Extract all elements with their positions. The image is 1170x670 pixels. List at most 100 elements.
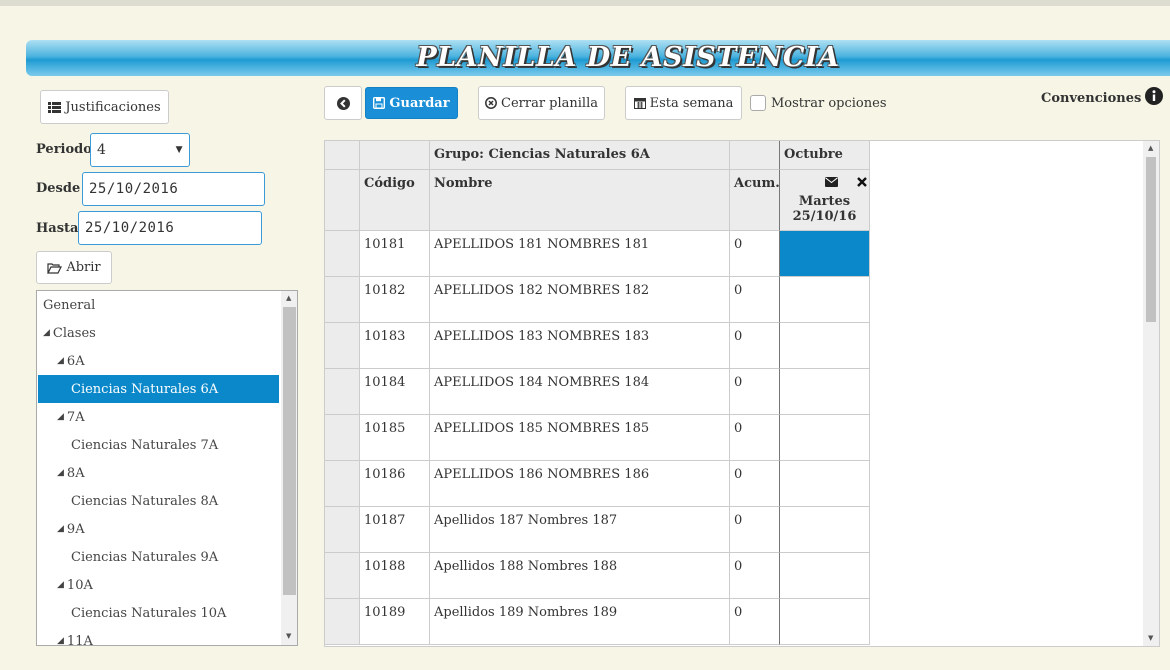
mostrar-opciones-checkbox[interactable] — [750, 95, 766, 111]
corner-cell — [325, 141, 360, 170]
tree-item[interactable]: ◢ 11A — [38, 627, 279, 646]
tree-item[interactable]: Ciencias Naturales 8A — [38, 487, 279, 515]
class-tree[interactable]: General ◢ Clases ◢ 6A Ciencias Naturales 6A ◢ 7… — [36, 290, 298, 646]
guardar-button[interactable]: Guardar — [365, 87, 458, 119]
nombre-cell: APELLIDOS 182 NOMBRES 182 — [430, 277, 730, 323]
month-label: Octubre — [784, 147, 843, 162]
close-icon[interactable] — [857, 177, 867, 187]
attendance-cell[interactable] — [780, 369, 870, 415]
grid-scroll-thumb[interactable] — [1146, 157, 1156, 322]
codigo-cell: 10183 — [360, 323, 430, 369]
expand-triangle-icon[interactable]: ◢ — [57, 356, 64, 366]
codigo-header[interactable]: Código — [360, 170, 430, 231]
hasta-field[interactable]: 25/10/2016 — [78, 211, 262, 245]
acum-header-label: Acum. — [734, 176, 780, 191]
convenciones-label: Convenciones — [1041, 91, 1142, 106]
tree-item[interactable]: ◢ 8A — [38, 459, 279, 487]
acum-cell: 0 — [730, 369, 780, 415]
attendance-grid: Grupo: Ciencias Naturales 6A Octubre Cód… — [324, 140, 1160, 647]
grid-scrollbar[interactable]: ▲ ▼ — [1143, 141, 1159, 646]
nombre-cell: APELLIDOS 181 NOMBRES 181 — [430, 231, 730, 277]
attendance-cell[interactable] — [780, 599, 870, 645]
expand-triangle-icon[interactable]: ◢ — [57, 412, 64, 422]
tree-item-label: 10A — [66, 577, 93, 593]
day-name: Martes — [798, 194, 851, 209]
scroll-down-icon[interactable]: ▼ — [286, 632, 291, 640]
mostrar-opciones-label: Mostrar opciones — [771, 96, 887, 111]
nombre-cell: Apellidos 189 Nombres 189 — [430, 599, 730, 645]
acum-cell: 0 — [730, 415, 780, 461]
row-header — [325, 415, 360, 461]
attendance-cell[interactable] — [780, 461, 870, 507]
attendance-cell[interactable] — [780, 507, 870, 553]
folder-open-icon — [47, 262, 63, 274]
codigo-cell: 10184 — [360, 369, 430, 415]
tree-item[interactable]: Ciencias Naturales 10A — [38, 599, 279, 627]
tree-item[interactable]: ◢ 7A — [38, 403, 279, 431]
tree-scrollbar[interactable]: ▲ ▼ — [281, 291, 297, 645]
codigo-cell: 10189 — [360, 599, 430, 645]
cerrar-planilla-label: Cerrar planilla — [501, 95, 598, 111]
row-header — [325, 231, 360, 277]
periodo-value: 4 — [97, 142, 107, 158]
nombre-cell: APELLIDOS 183 NOMBRES 183 — [430, 323, 730, 369]
expand-triangle-icon[interactable]: ◢ — [57, 580, 64, 590]
envelope-icon[interactable] — [825, 177, 838, 187]
tree-item[interactable]: ◢ 9A — [38, 515, 279, 543]
guardar-label: Guardar — [389, 95, 450, 111]
nombre-header[interactable]: Nombre — [430, 170, 730, 231]
tree-item[interactable]: Ciencias Naturales 9A — [38, 543, 279, 571]
tree-item[interactable]: ◢ 6A — [38, 347, 279, 375]
scroll-up-icon[interactable]: ▲ — [286, 294, 291, 302]
row-header — [325, 369, 360, 415]
list-icon — [48, 101, 62, 113]
circle-arrow-left-icon — [336, 96, 350, 110]
attendance-cell[interactable] — [780, 231, 870, 277]
acum-cell: 0 — [730, 323, 780, 369]
save-icon — [373, 97, 386, 109]
tree-item-label: 11A — [66, 633, 93, 646]
tree-item-label: Ciencias Naturales 9A — [71, 549, 219, 565]
nombre-cell: Apellidos 188 Nombres 188 — [430, 553, 730, 599]
esta-semana-button[interactable]: Esta semana — [625, 86, 742, 120]
nombre-cell: Apellidos 187 Nombres 187 — [430, 507, 730, 553]
hasta-value: 25/10/2016 — [85, 220, 175, 236]
acum-cell: 0 — [730, 553, 780, 599]
grid-scroll-up-icon[interactable]: ▲ — [1148, 144, 1153, 152]
caret-down-icon: ▼ — [175, 145, 183, 155]
desde-value: 25/10/2016 — [89, 181, 179, 197]
expand-triangle-icon[interactable]: ◢ — [57, 468, 64, 478]
codigo-cell: 10186 — [360, 461, 430, 507]
tree-item-label: 8A — [66, 465, 85, 481]
tree-item[interactable]: General — [38, 291, 279, 319]
tree-item[interactable]: Ciencias Naturales 6A — [38, 375, 279, 403]
desde-field[interactable]: 25/10/2016 — [82, 172, 265, 206]
grid-scroll-down-icon[interactable]: ▼ — [1148, 634, 1153, 642]
acum-cell: 0 — [730, 599, 780, 645]
tree-item[interactable]: ◢ 10A — [38, 571, 279, 599]
info-icon[interactable] — [1145, 87, 1163, 105]
expand-triangle-icon[interactable]: ◢ — [57, 636, 64, 645]
attendance-cell[interactable] — [780, 553, 870, 599]
nombre-header-label: Nombre — [434, 176, 493, 191]
tree-item[interactable]: Ciencias Naturales 7A — [38, 431, 279, 459]
tree-item-label: Ciencias Naturales 8A — [71, 493, 219, 509]
tree-item-label: General — [43, 297, 96, 313]
attendance-cell[interactable] — [780, 415, 870, 461]
back-button[interactable] — [324, 86, 362, 120]
expand-triangle-icon[interactable]: ◢ — [57, 524, 64, 534]
abrir-button[interactable]: Abrir — [36, 251, 112, 284]
attendance-cell[interactable] — [780, 323, 870, 369]
page-title: PLANILLA DE ASISTENCIA — [416, 42, 840, 73]
periodo-select[interactable]: 4 ▼ — [90, 133, 190, 167]
tree-item[interactable]: ◢ Clases — [38, 319, 279, 347]
nombre-cell: APELLIDOS 184 NOMBRES 184 — [430, 369, 730, 415]
esta-semana-label: Esta semana — [649, 95, 734, 111]
expand-triangle-icon[interactable]: ◢ — [43, 328, 50, 338]
attendance-cell[interactable] — [780, 277, 870, 323]
justificaciones-button[interactable]: Justificaciones — [40, 90, 169, 124]
tree-scroll-thumb[interactable] — [283, 307, 296, 595]
acum-header[interactable]: Acum. — [730, 170, 780, 231]
codigo-cell: 10181 — [360, 231, 430, 277]
cerrar-planilla-button[interactable]: Cerrar planilla — [478, 86, 605, 120]
